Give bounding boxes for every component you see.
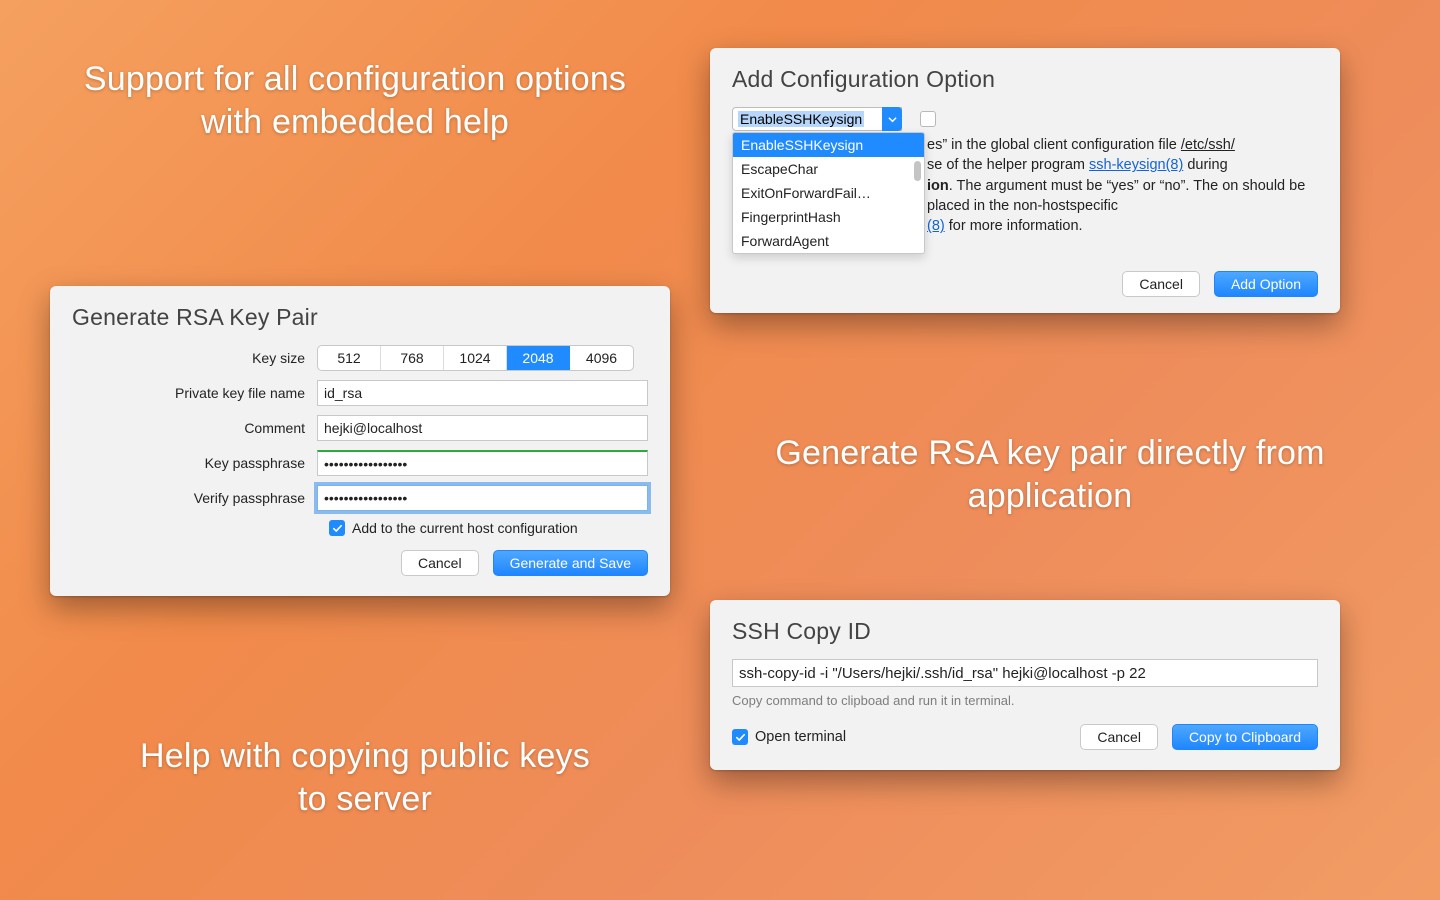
- open-terminal-label: Open terminal: [755, 729, 846, 745]
- dropdown-item[interactable]: ForwardAgent: [733, 229, 924, 253]
- filename-input[interactable]: [317, 380, 648, 406]
- ssh-copy-command-input[interactable]: [732, 659, 1318, 687]
- ssh-copy-id-dialog: SSH Copy ID Copy command to clipboad and…: [710, 600, 1340, 770]
- add-config-option-dialog: Add Configuration Option EnableSSHKeysig…: [710, 48, 1340, 313]
- dropdown-item[interactable]: ExitOnForwardFail…: [733, 181, 924, 205]
- caption-copy-keys: Help with copying public keys to server: [140, 735, 590, 820]
- cancel-button[interactable]: Cancel: [1122, 271, 1200, 297]
- dropdown-item[interactable]: EscapeChar: [733, 157, 924, 181]
- key-size-4096[interactable]: 4096: [570, 346, 633, 370]
- cancel-button[interactable]: Cancel: [1080, 724, 1158, 750]
- copy-to-clipboard-button[interactable]: Copy to Clipboard: [1172, 724, 1318, 750]
- add-to-host-checkbox[interactable]: [329, 520, 345, 536]
- caption-generate-rsa: Generate RSA key pair directly from appl…: [760, 432, 1340, 517]
- dialog-title: SSH Copy ID: [732, 618, 1318, 645]
- passphrase-input[interactable]: [317, 450, 648, 476]
- config-option-dropdown[interactable]: EnableSSHKeysign EscapeChar ExitOnForwar…: [732, 132, 925, 254]
- config-option-checkbox[interactable]: [920, 111, 936, 127]
- dropdown-item[interactable]: FingerprintHash: [733, 205, 924, 229]
- key-size-2048[interactable]: 2048: [507, 346, 570, 370]
- generate-rsa-dialog: Generate RSA Key Pair Key size 512 768 1…: [50, 286, 670, 596]
- combo-value: EnableSSHKeysign: [738, 111, 864, 127]
- label-comment: Comment: [72, 420, 317, 436]
- ssh-keysign-link[interactable]: ssh-keysign(8): [1089, 157, 1183, 173]
- add-to-host-label: Add to the current host configuration: [352, 520, 578, 536]
- verify-passphrase-input[interactable]: [317, 485, 648, 511]
- cancel-button[interactable]: Cancel: [401, 550, 479, 576]
- label-key-size: Key size: [72, 350, 317, 366]
- add-option-button[interactable]: Add Option: [1214, 271, 1318, 297]
- open-terminal-checkbox[interactable]: [732, 729, 748, 745]
- dialog-title: Add Configuration Option: [732, 66, 1318, 93]
- generate-save-button[interactable]: Generate and Save: [493, 550, 648, 576]
- chevron-down-icon[interactable]: [882, 107, 902, 131]
- label-filename: Private key file name: [72, 385, 317, 401]
- label-passphrase: Key passphrase: [72, 455, 317, 471]
- key-size-768[interactable]: 768: [381, 346, 444, 370]
- key-size-1024[interactable]: 1024: [444, 346, 507, 370]
- dialog-title: Generate RSA Key Pair: [72, 304, 648, 331]
- hint-text: Copy command to clipboad and run it in t…: [732, 693, 1318, 708]
- label-verify: Verify passphrase: [72, 490, 317, 506]
- key-size-512[interactable]: 512: [318, 346, 381, 370]
- key-size-segmented[interactable]: 512 768 1024 2048 4096: [317, 345, 634, 371]
- comment-input[interactable]: [317, 415, 648, 441]
- config-option-combo[interactable]: EnableSSHKeysign EnableSSHKeysign Escape…: [732, 107, 902, 131]
- dropdown-item[interactable]: EnableSSHKeysign: [733, 133, 924, 157]
- scrollbar-thumb[interactable]: [914, 161, 921, 181]
- help-link[interactable]: (8): [927, 218, 945, 234]
- caption-config-help: Support for all configuration options wi…: [75, 58, 635, 143]
